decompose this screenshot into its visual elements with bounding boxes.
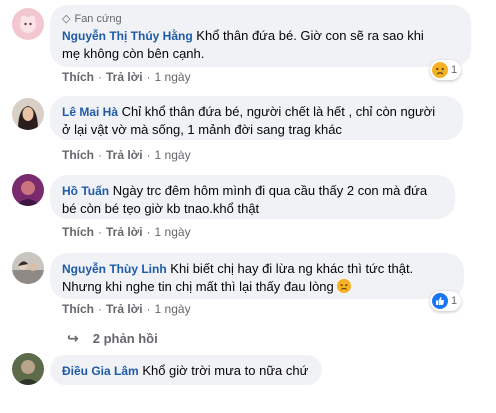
reply-link[interactable]: Trả lời (106, 302, 143, 316)
diamond-icon: ◇ (62, 12, 71, 25)
comment-time[interactable]: 1 ngày (155, 70, 191, 84)
comment-body: Điều Gia Lâm Khổ giờ trời mưa to nữa chứ (62, 362, 310, 380)
avatar-image (12, 98, 44, 130)
avatar-image (12, 174, 44, 206)
comment-text-line2: mẹ không còn bên cạnh. (62, 46, 205, 61)
badge-label: Fan cứng (74, 13, 122, 25)
like-link[interactable]: Thích (62, 148, 94, 162)
author-name[interactable]: Nguyễn Thị Thúy Hằng (62, 29, 193, 43)
view-replies-button[interactable]: ↪ 2 phản hồi (67, 330, 158, 347)
comment-actions: Thích · Trả lời · 1 ngày (62, 70, 191, 84)
author-name[interactable]: Hồ Tuấn (62, 184, 109, 198)
author-name[interactable]: Nguyễn Thùy Linh (62, 262, 167, 276)
comment-bubble: Điều Gia Lâm Khổ giờ trời mưa to nữa chứ (50, 355, 322, 385)
comment-text-line2-wrap: Nhưng khi nghe tin chị mất thì lại thấy … (62, 278, 452, 295)
comment-text-line1: Khổ thân đứa bé. Giờ con sẽ ra sao khi (196, 28, 424, 43)
comment-text-line2: bé còn bé tẹo giờ kb tnao.khổ thật (62, 201, 260, 216)
reaction-badge[interactable]: 1 (430, 60, 462, 80)
avatar-image (12, 353, 44, 385)
like-link[interactable]: Thích (62, 70, 94, 84)
avatar[interactable] (12, 98, 44, 130)
avatar[interactable] (12, 252, 44, 284)
comment-text-line2: ở lại vật vờ mà sống, 1 mảnh đời sang tr… (62, 122, 342, 137)
comment-text-line1: Ngày trc đêm hôm mình đi qua cầu thấy 2 … (112, 183, 428, 198)
fan-badge: ◇ Fan cứng (62, 12, 459, 26)
reaction-count: 1 (451, 295, 458, 307)
comment-bubble: Lê Mai Hà Chỉ khổ thân đứa bé, người chế… (50, 96, 463, 140)
comment-bubble: ◇ Fan cứng Nguyễn Thị Thúy Hằng Khổ thân… (50, 5, 471, 67)
comment-bubble: Hồ Tuấn Ngày trc đêm hôm mình đi qua cầu… (50, 175, 455, 219)
comment-time[interactable]: 1 ngày (155, 225, 191, 239)
comment-text-line2: Nhưng khi nghe tin chị mất thì lại thấy … (62, 279, 334, 294)
author-name[interactable]: Lê Mai Hà (62, 105, 118, 119)
reply-link[interactable]: Trả lời (106, 225, 143, 239)
comment-time[interactable]: 1 ngày (155, 148, 191, 162)
comment-actions: Thích · Trả lời · 1 ngày (62, 225, 191, 239)
reply-link[interactable]: Trả lời (106, 148, 143, 162)
comment-text-line1: Chỉ khổ thân đứa bé, người chết là hết ,… (121, 104, 436, 119)
avatar-image (12, 8, 44, 40)
comment-body: Hồ Tuấn Ngày trc đêm hôm mình đi qua cầu… (62, 182, 443, 200)
comment-body: Lê Mai Hà Chỉ khổ thân đứa bé, người chế… (62, 103, 451, 121)
avatar[interactable] (12, 8, 44, 40)
reply-arrow-icon: ↪ (67, 330, 79, 346)
comment-actions: Thích · Trả lời · 1 ngày (62, 148, 191, 162)
avatar-image (12, 252, 44, 284)
like-reaction-icon (432, 293, 448, 309)
comment-text-line1: Khổ giờ trời mưa to nữa chứ (142, 363, 309, 378)
avatar[interactable] (12, 174, 44, 206)
comment-body: Nguyễn Thùy Linh Khi biết chị hay đi lừa… (62, 260, 452, 278)
comment-time[interactable]: 1 ngày (155, 302, 191, 316)
sad-emoji-icon (337, 279, 352, 293)
like-link[interactable]: Thích (62, 302, 94, 316)
comment-bubble: Nguyễn Thùy Linh Khi biết chị hay đi lừa… (50, 253, 464, 299)
comment-actions: Thích · Trả lời · 1 ngày (62, 302, 191, 316)
reaction-count: 1 (451, 64, 458, 76)
like-link[interactable]: Thích (62, 225, 94, 239)
comment-body: Nguyễn Thị Thúy Hằng Khổ thân đứa bé. Gi… (62, 27, 459, 45)
comment-text-line1: Khi biết chị hay đi lừa ng khác thì tức … (170, 261, 414, 276)
reaction-badge[interactable]: 1 (430, 291, 462, 311)
avatar[interactable] (12, 353, 44, 385)
author-name[interactable]: Điều Gia Lâm (62, 364, 139, 378)
reply-link[interactable]: Trả lời (106, 70, 143, 84)
replies-label: 2 phản hồi (92, 331, 158, 346)
sad-reaction-icon (432, 62, 448, 78)
